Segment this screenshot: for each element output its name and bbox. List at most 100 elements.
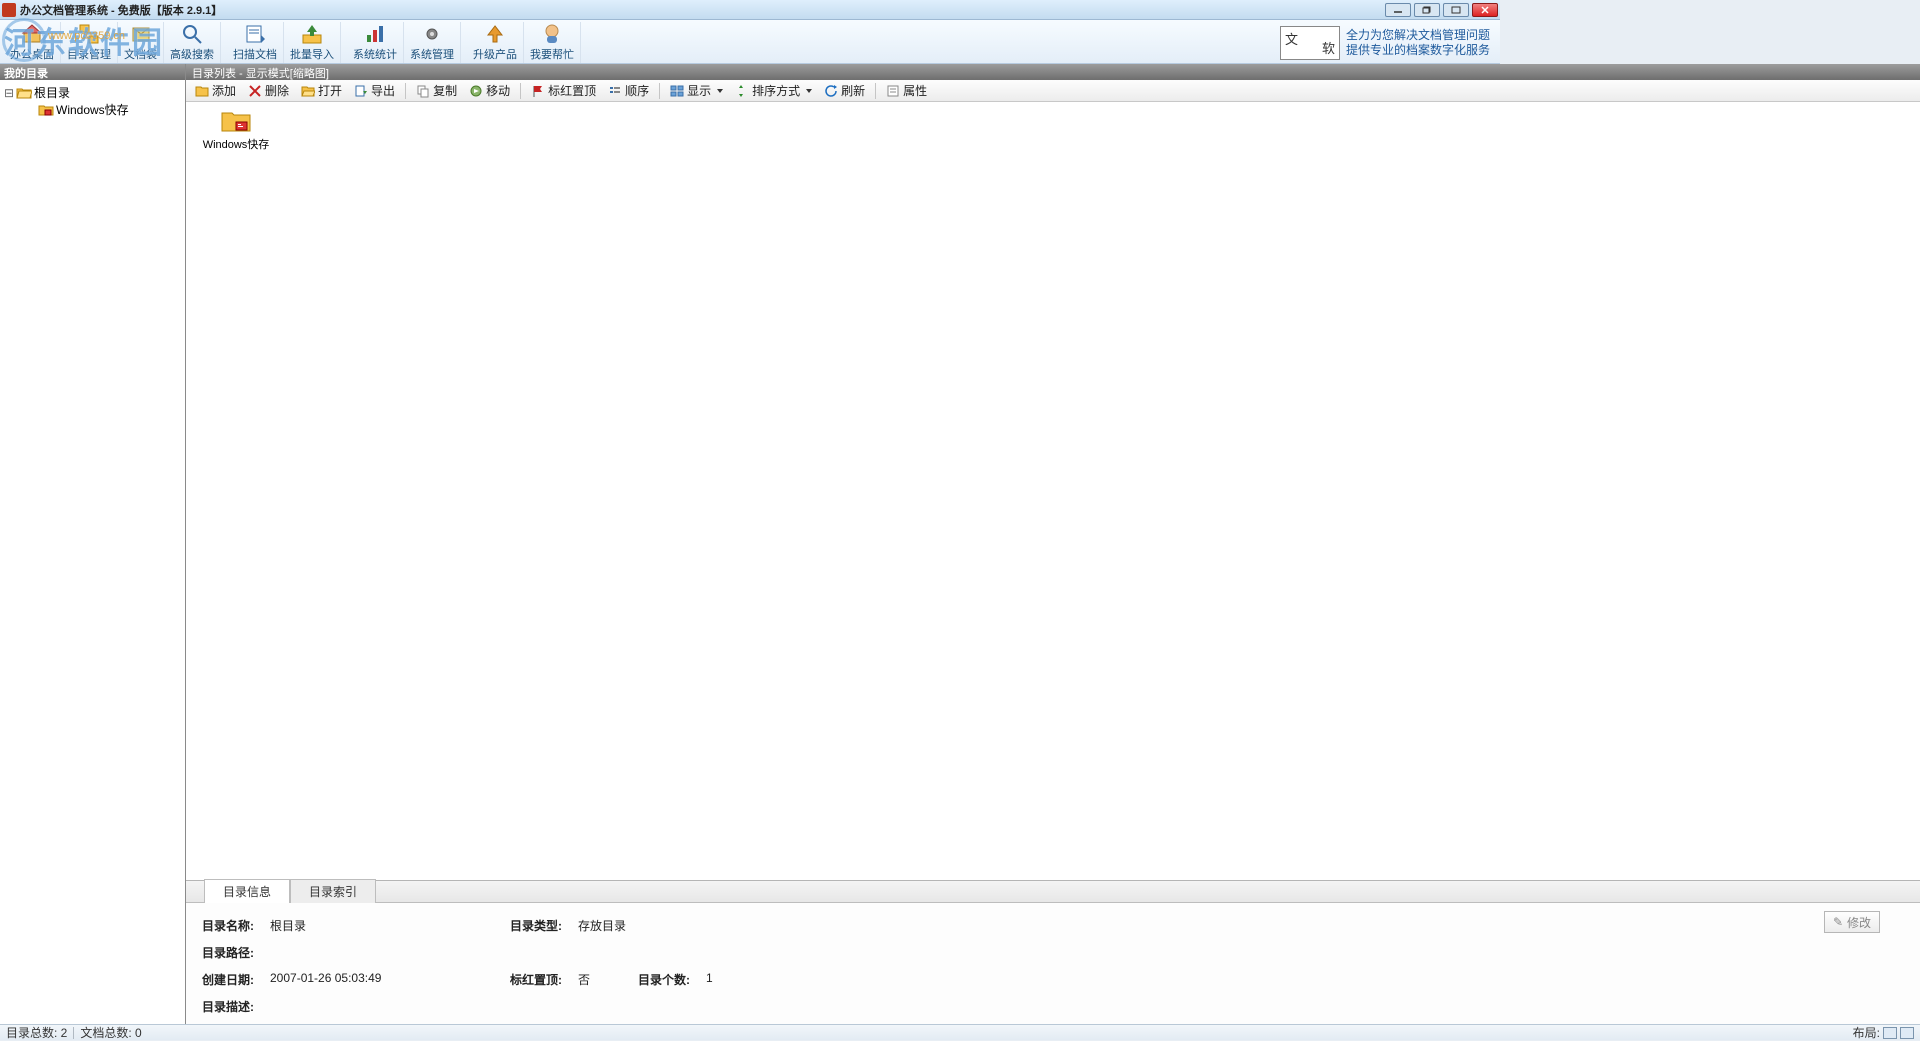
info-type-value: 存放目录 xyxy=(578,917,778,934)
gear-icon xyxy=(421,23,443,45)
folder-tree-icon xyxy=(78,23,100,45)
left-panel: 我的目录 ⊟ 根目录 Windows快存 xyxy=(0,64,186,1024)
chevron-down-icon xyxy=(806,89,812,93)
status-dir-total: 目录总数: 2 xyxy=(6,1024,67,1041)
list-toolbar: 添加删除打开导出复制移动标红置顶顺序显示排序方式刷新属性 xyxy=(186,80,1920,102)
list-open-button[interactable]: 打开 xyxy=(296,81,347,100)
list-export-button[interactable]: 导出 xyxy=(349,81,400,100)
info-desc-value xyxy=(270,998,470,1015)
list-del-button[interactable]: 删除 xyxy=(243,81,294,100)
info-tabs: 目录信息 目录索引 xyxy=(186,881,1920,903)
info-name-value: 根目录 xyxy=(270,917,470,934)
stats-icon xyxy=(364,23,386,45)
status-doc-total: 文档总数: 0 xyxy=(80,1024,141,1041)
info-count-label: 目录个数: xyxy=(638,971,698,988)
list-copy-button[interactable]: 复制 xyxy=(411,81,462,100)
modify-button[interactable]: ✎ 修改 xyxy=(1824,911,1880,933)
view-icon xyxy=(670,84,684,98)
toolbar-upgrade-button[interactable]: 升级产品 xyxy=(467,22,524,63)
edit-icon: ✎ xyxy=(1833,915,1843,929)
toolbar-advsearch-button[interactable]: 高级搜索 xyxy=(164,22,221,63)
list-add-button[interactable]: 添加 xyxy=(190,81,241,100)
import-icon xyxy=(301,23,323,45)
flag-icon xyxy=(531,84,545,98)
toolbar-help-button[interactable]: 我要帮忙 xyxy=(524,22,581,63)
list-move-button[interactable]: 移动 xyxy=(464,81,515,100)
info-type-label: 目录类型: xyxy=(510,917,570,934)
toolbar-docbag-button[interactable]: 文档袋 xyxy=(118,22,164,63)
toolbar-scan-button[interactable]: 扫描文档 xyxy=(227,22,284,63)
list-pin-button[interactable]: 标红置顶 xyxy=(526,81,601,100)
status-bar: 目录总数: 2 文档总数: 0 布局: xyxy=(0,1024,1920,1040)
left-panel-title: 我的目录 xyxy=(0,64,185,80)
layout-split-icon[interactable] xyxy=(1883,1027,1897,1039)
folder-thumb[interactable]: Windows快存 xyxy=(196,108,276,152)
export-icon xyxy=(354,84,368,98)
maximize-button[interactable] xyxy=(1443,3,1469,17)
home-icon xyxy=(21,23,43,45)
info-created-value: 2007-01-26 05:03:49 xyxy=(270,971,470,988)
properties-icon xyxy=(886,84,900,98)
banner-line1: 全力为您解决文档管理问题 xyxy=(1346,28,1490,42)
list-header-title: 目录列表 - 显示模式[缩略图] xyxy=(186,64,1920,80)
copy-icon xyxy=(416,84,430,98)
info-pin-label: 标红置顶: xyxy=(510,971,570,988)
search-icon xyxy=(181,23,203,45)
list-order-button[interactable]: 顺序 xyxy=(603,81,654,100)
info-desc-label: 目录描述: xyxy=(202,998,262,1015)
toolbar-import-button[interactable]: 批量导入 xyxy=(284,22,341,63)
folder-open-icon xyxy=(301,84,315,98)
window-titlebar: 办公文档管理系统 - 免费版【版本 2.9.1】 xyxy=(0,0,1500,20)
tree-item[interactable]: Windows快存 xyxy=(2,101,183,118)
refresh-icon xyxy=(824,84,838,98)
restore-button[interactable] xyxy=(1414,3,1440,17)
help-icon xyxy=(541,23,563,45)
scan-icon xyxy=(244,23,266,45)
list-sort-button[interactable]: 排序方式 xyxy=(730,81,817,100)
info-panel: 目录信息 目录索引 ✎ 修改 目录名称: 根目录 目录类型: 存放目录 目录路径… xyxy=(186,880,1920,1024)
toolbar-dir-button[interactable]: 目录管理 xyxy=(61,22,118,63)
info-path-value xyxy=(270,944,470,961)
upgrade-icon xyxy=(484,23,506,45)
status-layout-label: 布局: xyxy=(1853,1024,1880,1041)
brand-logo-icon xyxy=(1280,26,1340,60)
list-refresh-button[interactable]: 刷新 xyxy=(819,81,870,100)
folder-icon xyxy=(220,108,252,134)
list-view-button[interactable]: 显示 xyxy=(665,81,728,100)
directory-tree[interactable]: ⊟ 根目录 Windows快存 xyxy=(0,80,185,1024)
thumbnail-area[interactable]: Windows快存 xyxy=(186,102,1920,880)
sort-icon xyxy=(735,84,749,98)
tab-dir-info[interactable]: 目录信息 xyxy=(204,879,290,903)
folder-open-icon xyxy=(16,86,32,100)
layout-full-icon[interactable] xyxy=(1900,1027,1914,1039)
window-title: 办公文档管理系统 - 免费版【版本 2.9.1】 xyxy=(20,2,1385,18)
main-toolbar: 办公桌面目录管理文档袋高级搜索扫描文档批量导入系统统计系统管理升级产品我要帮忙 … xyxy=(0,20,1500,64)
order-icon xyxy=(608,84,622,98)
list-prop-button[interactable]: 属性 xyxy=(881,81,932,100)
toolbar-home-button[interactable]: 办公桌面 xyxy=(4,22,61,63)
banner: 全力为您解决文档管理问题 提供专业的档案数字化服务 xyxy=(1280,22,1496,63)
docbag-icon xyxy=(130,23,152,45)
folder-add-icon xyxy=(195,84,209,98)
tree-root-label: 根目录 xyxy=(34,84,70,101)
banner-line2: 提供专业的档案数字化服务 xyxy=(1346,43,1490,57)
toolbar-stats-button[interactable]: 系统统计 xyxy=(347,22,404,63)
folder-icon xyxy=(38,103,54,117)
minimize-button[interactable] xyxy=(1385,3,1411,17)
app-icon xyxy=(2,3,16,17)
tab-dir-index[interactable]: 目录索引 xyxy=(290,879,376,903)
info-count-value: 1 xyxy=(706,971,906,988)
close-button[interactable] xyxy=(1472,3,1498,17)
info-path-label: 目录路径: xyxy=(202,944,262,961)
info-pin-value: 否 xyxy=(578,971,638,988)
tree-collapse-icon[interactable]: ⊟ xyxy=(2,86,16,100)
move-icon xyxy=(469,84,483,98)
info-name-label: 目录名称: xyxy=(202,917,262,934)
right-panel: 目录列表 - 显示模式[缩略图] 添加删除打开导出复制移动标红置顶顺序显示排序方… xyxy=(186,64,1920,1024)
toolbar-sysmgmt-button[interactable]: 系统管理 xyxy=(404,22,461,63)
tree-root[interactable]: ⊟ 根目录 xyxy=(2,84,183,101)
delete-x-icon xyxy=(248,84,262,98)
folder-thumb-label: Windows快存 xyxy=(203,136,270,152)
chevron-down-icon xyxy=(717,89,723,93)
tree-item-label: Windows快存 xyxy=(56,101,129,118)
